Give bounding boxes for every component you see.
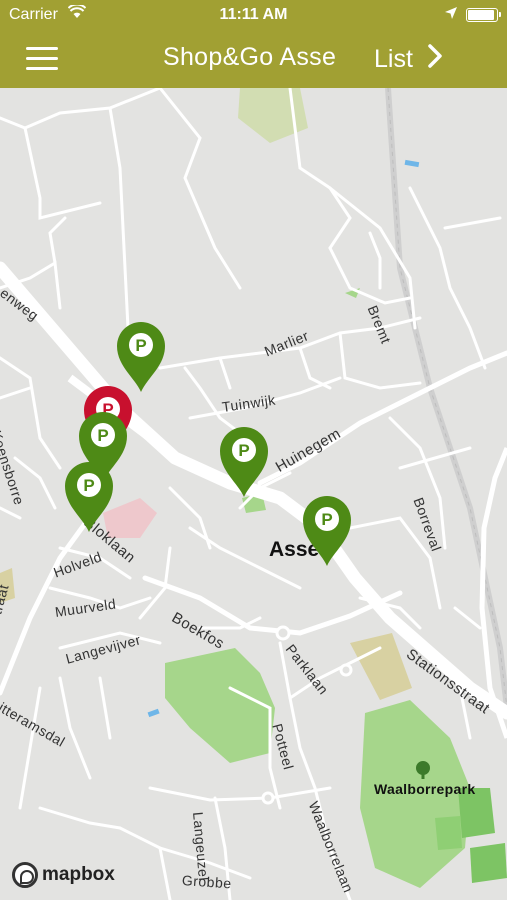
park-area [435, 816, 462, 850]
parking-marker[interactable]: P [62, 458, 116, 534]
svg-text:P: P [238, 441, 249, 460]
park-area [238, 88, 308, 143]
nav-bar: Shop&Go Asse List [0, 30, 507, 88]
status-bar: Carrier 11:11 AM [0, 0, 507, 30]
mapbox-attribution[interactable]: mapbox [12, 862, 115, 888]
menu-button[interactable] [26, 45, 60, 73]
svg-text:P: P [97, 426, 108, 445]
park-label: Waalborrepark [374, 781, 476, 797]
svg-text:P: P [321, 510, 332, 529]
sand-area [350, 633, 412, 700]
street-label: Grobbe [181, 872, 233, 892]
svg-text:P: P [83, 476, 94, 495]
map-view[interactable]: enweg Koensborre Marlier Tuinwijk Huineg… [0, 88, 507, 900]
park-area [165, 648, 275, 763]
parking-marker[interactable]: P [300, 492, 354, 568]
mapbox-logo-icon [12, 862, 38, 888]
clock: 11:11 AM [219, 6, 288, 23]
parking-marker[interactable]: P [217, 423, 271, 499]
page-title: Shop&Go Asse [163, 43, 337, 71]
battery-icon [466, 8, 501, 22]
mapbox-label: mapbox [42, 864, 115, 885]
parking-marker[interactable]: P [114, 318, 168, 394]
list-button[interactable]: List [374, 43, 443, 76]
svg-text:P: P [135, 336, 146, 355]
park-area [470, 843, 507, 883]
chevron-right-icon [427, 43, 443, 76]
location-arrow-icon [444, 6, 458, 25]
list-button-label: List [374, 45, 413, 73]
